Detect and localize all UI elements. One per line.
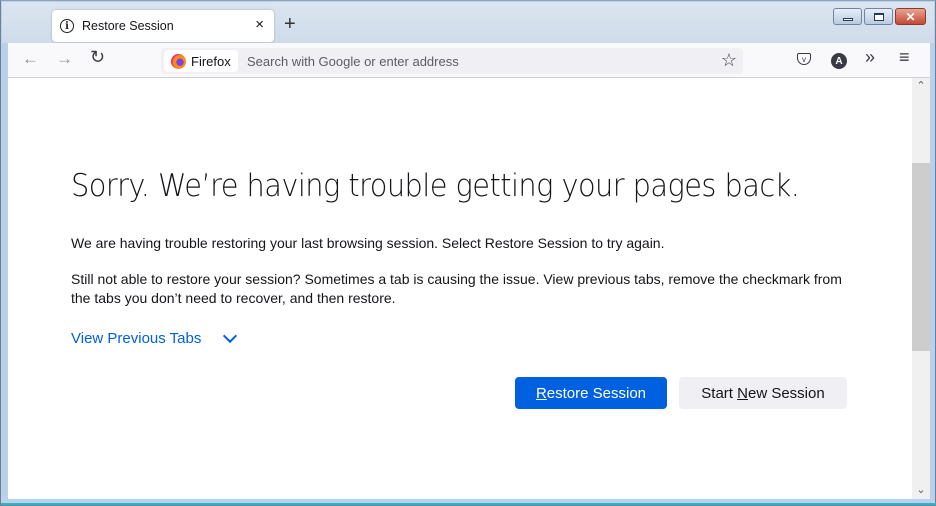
vertical-scrollbar[interactable]: ⌃ ⌄ [912, 78, 930, 499]
page-title: Sorry. We’re having trouble getting your… [71, 168, 800, 204]
scroll-down-arrow-icon[interactable]: ⌄ [912, 482, 930, 499]
minimize-icon [842, 18, 853, 21]
page-content: Sorry. We’re having trouble getting your… [8, 78, 912, 499]
window-bottom-edge [1, 503, 936, 505]
view-previous-tabs-toggle[interactable]: View Previous Tabs [71, 328, 238, 347]
navigation-toolbar: ← → ↻ Firefox ☆ v A » ≡ [8, 43, 930, 78]
restore-session-button[interactable]: Restore Session [515, 377, 667, 409]
account-button[interactable]: A [831, 53, 847, 69]
button-label: ew Session [747, 384, 825, 402]
identity-box[interactable]: Firefox [164, 50, 238, 72]
browser-window: i Restore Session × + ✕ ← → ↻ Firefox ☆ … [0, 0, 936, 506]
button-label: Start [701, 384, 738, 402]
new-tab-button[interactable]: + [284, 13, 296, 36]
help-paragraph: Still not able to restore your session? … [71, 271, 842, 306]
close-window-button[interactable]: ✕ [895, 8, 926, 25]
reload-icon[interactable]: ↻ [90, 47, 105, 68]
accesskey: N [737, 384, 748, 402]
forward-icon[interactable]: → [56, 49, 73, 69]
firefox-logo-icon [171, 53, 186, 69]
info-icon: i [60, 19, 74, 33]
accesskey: R [535, 384, 547, 402]
url-bar[interactable]: Firefox ☆ [161, 48, 743, 74]
maximize-button[interactable] [864, 8, 893, 25]
chevron-down-icon [223, 328, 238, 343]
back-icon[interactable]: ← [22, 49, 39, 69]
button-label: estore Session [546, 384, 647, 402]
overflow-chevron-icon[interactable]: » [865, 47, 875, 68]
scroll-thumb[interactable] [912, 163, 930, 351]
view-previous-tabs-label: View Previous Tabs [71, 330, 202, 347]
hamburger-menu-icon[interactable]: ≡ [899, 47, 910, 68]
bookmark-star-icon[interactable]: ☆ [721, 50, 737, 71]
tab-title: Restore Session [82, 19, 174, 33]
title-bar: i Restore Session × + ✕ [2, 2, 934, 43]
close-icon: ✕ [905, 9, 916, 24]
start-new-session-button[interactable]: Start New Session [679, 377, 847, 409]
pocket-icon: v [797, 53, 811, 65]
window-controls: ✕ [833, 8, 926, 25]
pocket-button[interactable]: v [797, 53, 811, 65]
scroll-up-arrow-icon[interactable]: ⌃ [912, 78, 930, 95]
identity-label: Firefox [191, 53, 231, 69]
maximize-icon [873, 12, 884, 21]
minimize-button[interactable] [833, 8, 862, 25]
account-icon: A [831, 53, 847, 69]
intro-paragraph: We are having trouble restoring your las… [71, 235, 665, 251]
tab-restore-session[interactable]: i Restore Session × [52, 10, 274, 42]
address-input[interactable] [247, 48, 707, 74]
close-tab-icon[interactable]: × [255, 16, 264, 33]
